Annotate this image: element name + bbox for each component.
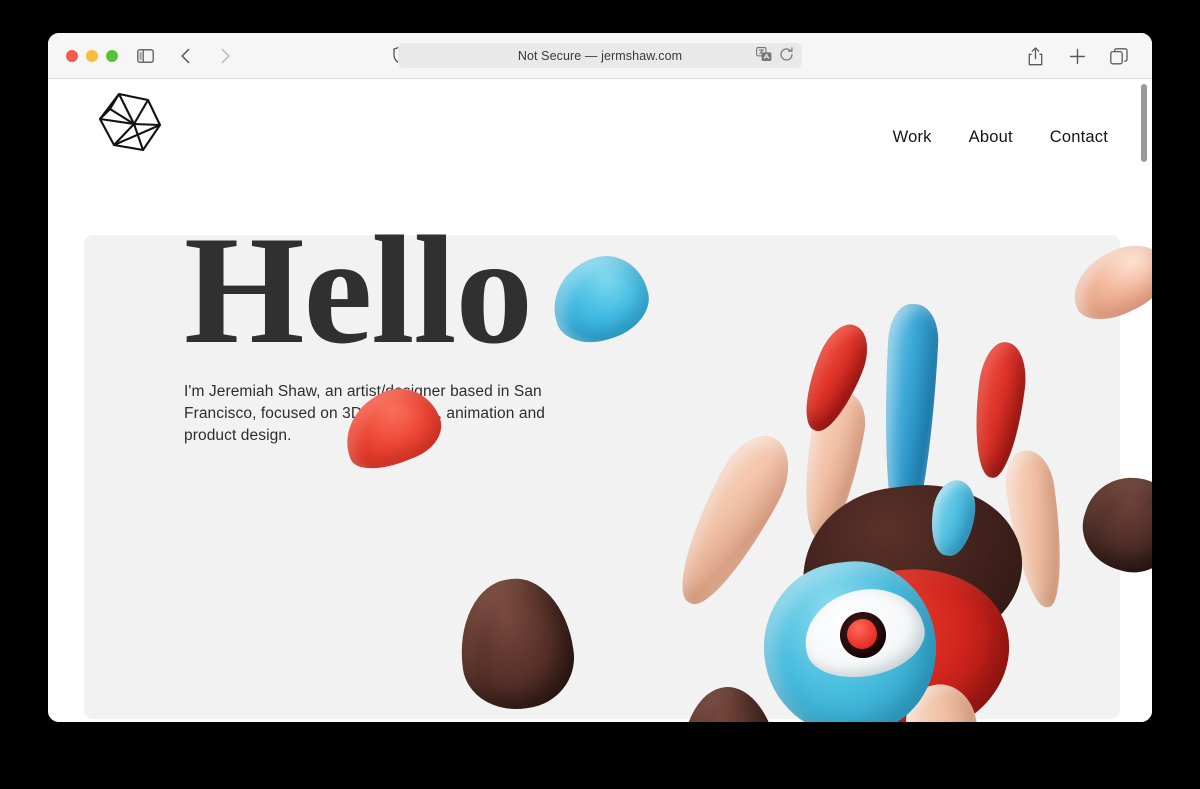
nav-link-contact[interactable]: Contact xyxy=(1050,128,1108,147)
browser-window: Not Secure — jermshaw.com Work About Con… xyxy=(48,33,1152,722)
forward-chevron-icon xyxy=(214,45,236,67)
plus-icon[interactable] xyxy=(1066,45,1088,67)
zoom-button[interactable] xyxy=(106,50,118,62)
sidebar-icon[interactable] xyxy=(134,45,156,67)
site-header: Work About Contact xyxy=(48,79,1152,196)
nav-link-work[interactable]: Work xyxy=(893,128,932,147)
site-navigation: Work About Contact xyxy=(893,128,1108,147)
toolbar-right-group xyxy=(1024,45,1130,67)
nav-link-about[interactable]: About xyxy=(969,128,1013,147)
address-bar[interactable]: Not Secure — jermshaw.com xyxy=(398,43,802,68)
window-controls xyxy=(66,50,118,62)
toolbar-left-group xyxy=(134,45,236,67)
translate-icon[interactable] xyxy=(756,47,772,67)
page-scrollbar[interactable] xyxy=(1139,79,1150,722)
tab-overview-icon[interactable] xyxy=(1108,45,1130,67)
share-icon[interactable] xyxy=(1024,45,1046,67)
browser-toolbar: Not Secure — jermshaw.com xyxy=(48,33,1152,79)
polyhedron-wireframe-logo[interactable] xyxy=(94,87,166,159)
reload-icon[interactable] xyxy=(779,47,794,67)
hero-panel xyxy=(84,235,1120,719)
address-bar-actions xyxy=(756,47,794,67)
back-chevron-icon[interactable] xyxy=(174,45,196,67)
page-viewport: Work About Contact Hello I'm Jeremiah Sh… xyxy=(48,79,1152,722)
address-bar-text: Not Secure — jermshaw.com xyxy=(517,48,683,63)
close-button[interactable] xyxy=(66,50,78,62)
minimize-button[interactable] xyxy=(86,50,98,62)
scrollbar-thumb[interactable] xyxy=(1141,84,1147,162)
